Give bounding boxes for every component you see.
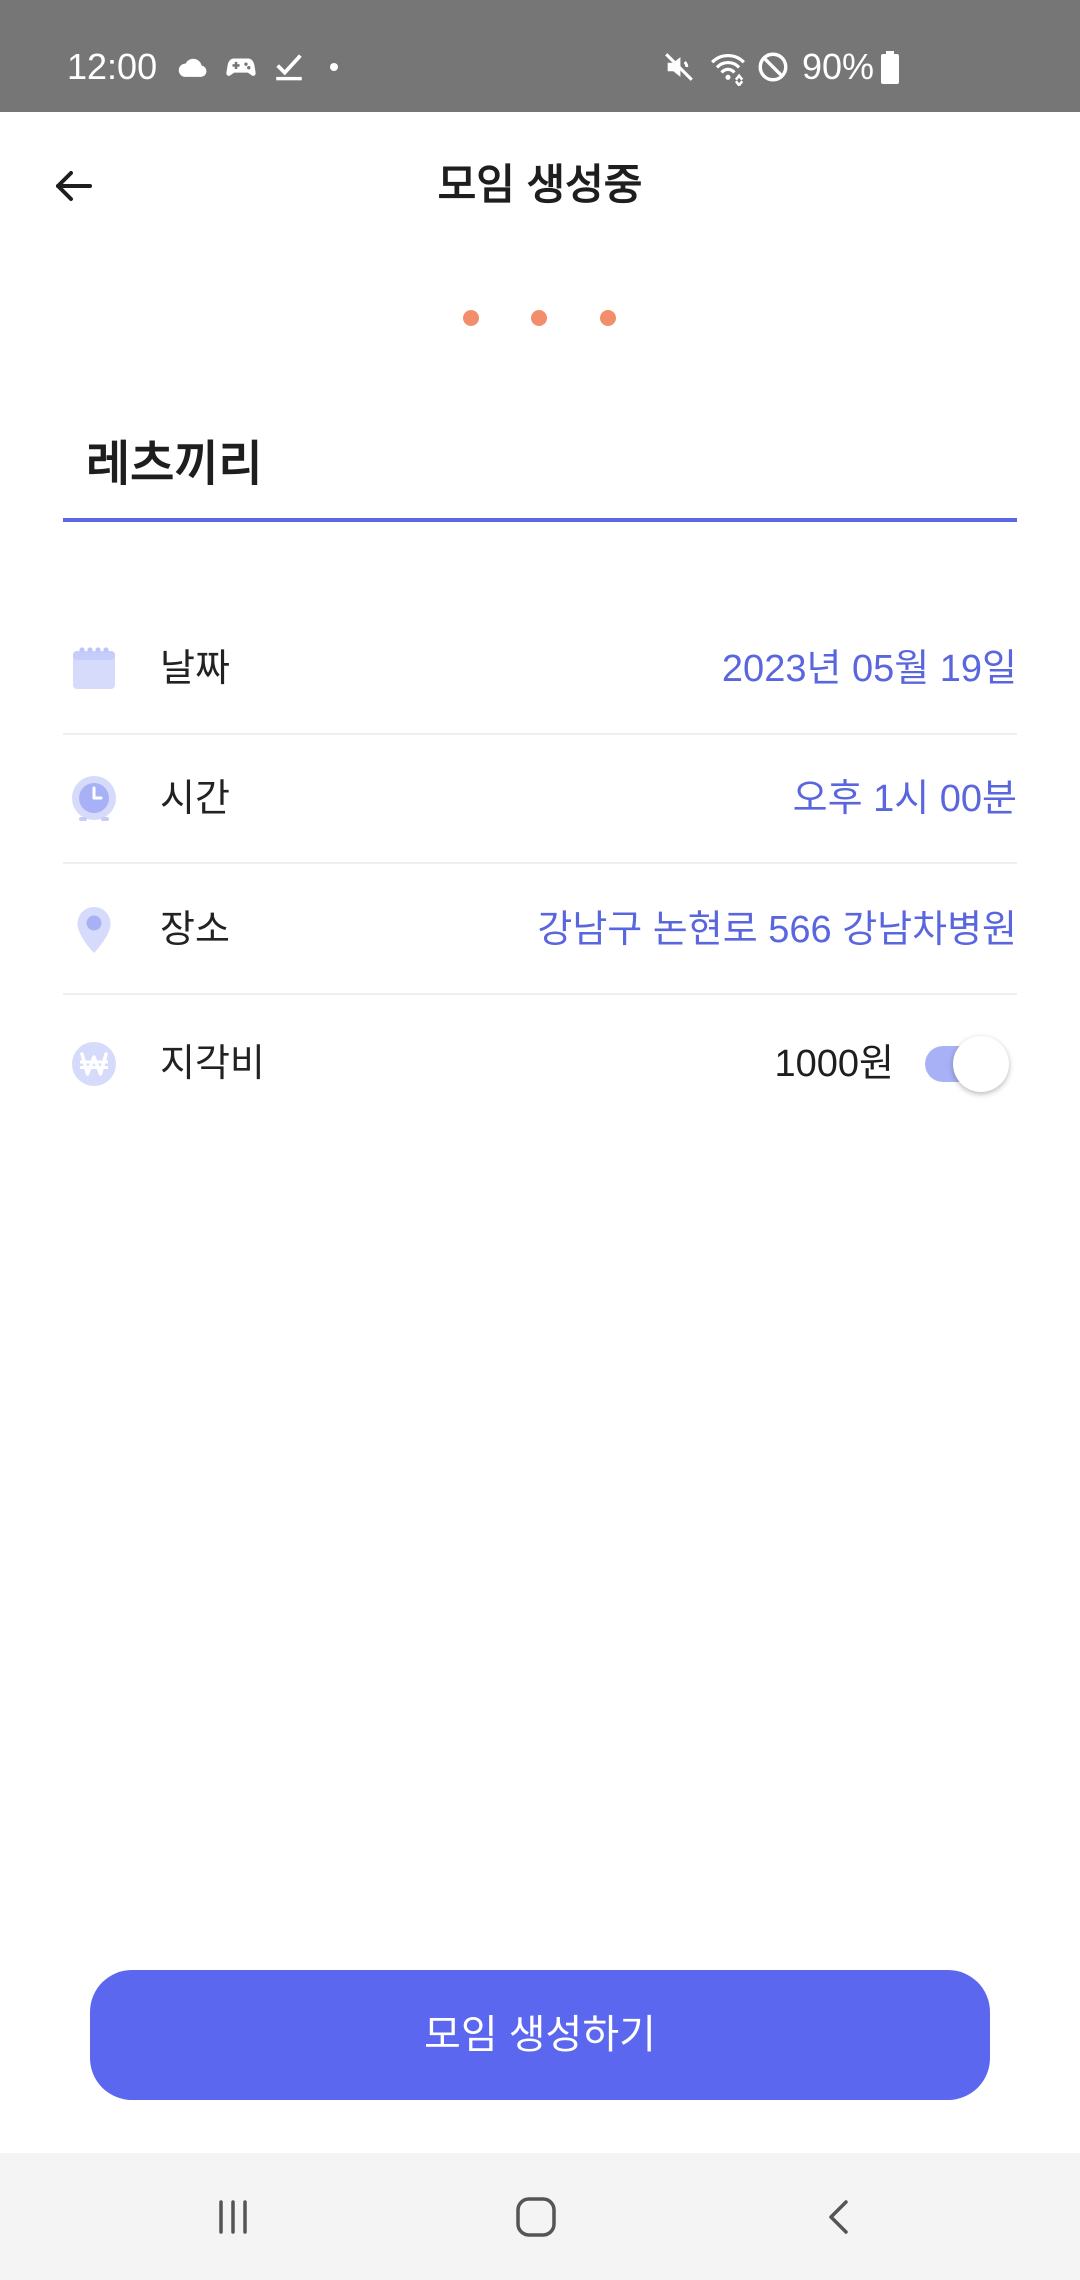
won-icon [72,1042,116,1086]
cloud-icon [178,58,207,77]
place-value: 강남구 논현로 566 강남차병원 [537,909,1017,951]
divider [63,733,1017,735]
divider [63,993,1017,995]
divider [63,862,1017,864]
meeting-name-input[interactable] [86,430,986,500]
clock-icon [72,776,116,821]
create-meeting-button[interactable]: 모임 생성하기 [90,1970,990,2100]
step-dot [531,310,547,326]
late-fee-toggle[interactable] [925,1029,1011,1099]
detail-row-late-fee: 지각비 1000원 [63,1029,1017,1099]
step-dot [600,310,616,326]
page-title: 모임 생성중 [437,161,643,208]
mute-icon [665,53,693,81]
create-meeting-screen: 12:00 90% 모임 생성중 레츠끼리 날짜 2023년 05월 19일 시… [0,0,1080,2280]
battery-icon [881,51,899,84]
location-pin-icon [77,907,111,953]
notification-dot-icon [330,63,338,71]
wifi-icon [711,54,745,86]
detail-row-date[interactable]: 날짜 2023년 05월 19일 [63,634,1017,704]
detail-row-place[interactable]: 장소 강남구 논현로 566 강남차병원 [63,895,1017,965]
detail-row-time[interactable]: 시간 오후 1시 00분 [63,764,1017,834]
time-label: 시간 [160,778,230,820]
battery-percent: 90% [802,46,875,87]
date-label: 날짜 [160,648,230,690]
do-not-disturb-icon [758,52,788,82]
toggle-knob [953,1036,1009,1092]
system-nav-bar [0,2153,1080,2280]
recent-apps-icon[interactable] [213,2197,253,2237]
task-check-icon [276,54,302,81]
game-controller-icon [226,58,256,76]
place-label: 장소 [160,909,230,951]
back-icon[interactable] [819,2197,859,2237]
date-value: 2023년 05월 19일 [721,648,1017,690]
meeting-name-underline [63,518,1017,522]
step-dot [463,310,479,326]
status-bar: 12:00 90% [0,0,1080,112]
late-fee-value[interactable]: 1000원 [775,1029,895,1099]
late-fee-label: 지각비 [160,1043,265,1085]
home-icon[interactable] [514,2195,558,2239]
status-time: 12:00 [67,46,158,87]
calendar-icon [73,647,115,689]
time-value: 오후 1시 00분 [792,778,1017,820]
